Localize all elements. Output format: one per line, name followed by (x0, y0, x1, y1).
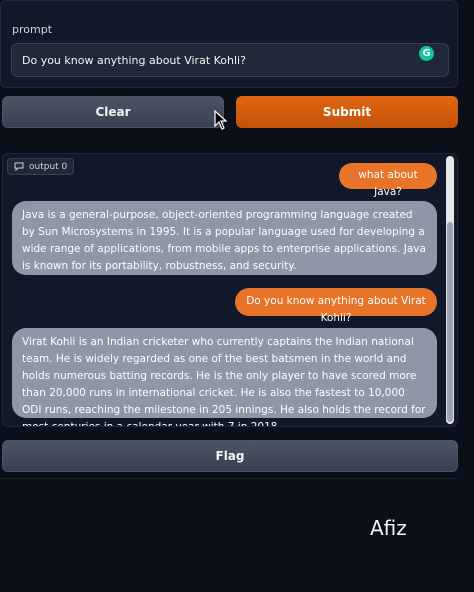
chat-scrollbar[interactable] (446, 156, 454, 424)
output-label: output 0 (7, 158, 75, 175)
prompt-label: prompt (12, 23, 53, 36)
user-message: Do you know anything about Virat Kohli? (235, 288, 437, 324)
user-message: what about Java? (339, 163, 437, 198)
bot-message: Java is a general-purpose, object-orient… (12, 201, 437, 275)
chat-bubble-icon (14, 162, 24, 171)
divider (0, 478, 458, 479)
watermark-text: Afiz (370, 516, 407, 540)
bot-message: Virat Kohli is an Indian cricketer who c… (12, 328, 437, 426)
scrollbar-thumb[interactable] (447, 222, 453, 422)
submit-button[interactable]: Submit (236, 96, 458, 128)
flag-button[interactable]: Flag (2, 440, 458, 472)
clear-button[interactable]: Clear (2, 96, 224, 128)
prompt-panel: prompt G (0, 0, 458, 88)
prompt-input[interactable] (11, 43, 449, 77)
grammarly-icon[interactable]: G (419, 46, 434, 61)
mouse-cursor-icon (214, 110, 228, 130)
output-label-text: output 0 (29, 161, 68, 172)
chatbot-output: output 0 what about Java? Java is a gene… (2, 153, 458, 427)
